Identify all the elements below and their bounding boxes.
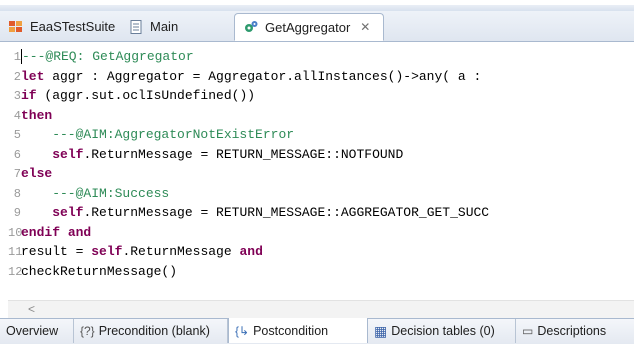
description-icon: ▭: [522, 324, 534, 338]
line-number: 8: [13, 186, 21, 201]
bottom-tab-bar: Overview {?} Precondition (blank) {↳ Pos…: [0, 318, 634, 344]
line-number: 1: [13, 50, 21, 64]
tab-getaggregator[interactable]: GetAggregator ✕: [234, 13, 384, 41]
line-number: 5: [13, 128, 21, 142]
code-token: self: [91, 244, 123, 259]
code-line[interactable]: 5 ---@AIM:AggregatorNotExistError: [8, 125, 634, 144]
code-token: let: [21, 68, 45, 84]
line-number: 7: [13, 167, 21, 181]
horizontal-scrollbar[interactable]: <: [8, 300, 634, 318]
suite-icon: [8, 19, 24, 35]
line-number: 12: [8, 264, 23, 279]
code-token: (aggr.sut.oclIsUndefined()): [36, 88, 256, 103]
gear-icon: [243, 19, 259, 35]
editor-tab-bar: EaaSTestSuite Main GetAggregator ✕: [0, 11, 634, 42]
line-number: 2: [13, 69, 21, 84]
code-token: and: [239, 244, 263, 259]
code-line[interactable]: 8 ---@AIM:Success: [8, 184, 634, 203]
tab-precondition[interactable]: {?} Precondition (blank): [74, 319, 228, 343]
code-token: else: [21, 166, 53, 181]
line-number: 6: [13, 147, 21, 162]
tab-label: Decision tables (0): [391, 324, 495, 338]
tab-main[interactable]: Main: [128, 13, 208, 40]
line-number: 11: [8, 245, 23, 259]
code-token: result =: [21, 244, 92, 259]
precondition-icon: {?}: [80, 324, 95, 338]
scroll-left-arrow[interactable]: <: [28, 301, 35, 318]
code-line[interactable]: 9 self.ReturnMessage = RETURN_MESSAGE::A…: [8, 203, 634, 222]
code-line[interactable]: 7else: [8, 164, 634, 183]
code-token: endif: [21, 224, 61, 240]
code-token: checkReturnMessage(): [21, 263, 178, 279]
tab-label: EaaSTestSuite: [30, 19, 116, 34]
tab-label: Postcondition: [253, 323, 329, 338]
code-line[interactable]: 12checkReturnMessage(): [8, 262, 634, 281]
code-line[interactable]: 4then: [8, 106, 634, 125]
tab-label: Overview: [6, 324, 59, 338]
tab-label: Descriptions: [537, 324, 607, 338]
code-token: self: [52, 205, 84, 220]
tab-label: Main: [150, 19, 179, 34]
code-token: .ReturnMessage = RETURN_MESSAGE::NOTFOUN…: [83, 146, 404, 162]
line-number: 10: [8, 225, 23, 240]
line-number: 4: [13, 108, 21, 123]
tab-label: Precondition (blank): [98, 324, 210, 338]
code-line[interactable]: 2let aggr : Aggregator = Aggregator.allI…: [8, 67, 634, 86]
code-token: self: [52, 146, 84, 162]
code-token: ---@REQ: GetAggregator: [22, 49, 194, 64]
tab-postcondition[interactable]: {↳ Postcondition: [228, 318, 368, 343]
tab-decision-tables[interactable]: ▦ Decision tables (0): [368, 319, 516, 343]
postcondition-icon: {↳: [235, 323, 250, 338]
code-token: and: [67, 224, 92, 240]
tab-label: GetAggregator: [265, 19, 351, 35]
code-line[interactable]: 1---@REQ: GetAggregator: [8, 47, 634, 66]
code-token: ---@AIM:Success: [21, 185, 170, 201]
code-line[interactable]: 11result = self.ReturnMessage and: [8, 242, 634, 261]
tab-overview[interactable]: Overview: [0, 319, 74, 343]
code-token: if: [21, 88, 37, 103]
line-number: 3: [13, 89, 21, 103]
code-token: then: [21, 107, 53, 123]
code-token: .ReturnMessage = RETURN_MESSAGE::AGGREGA…: [83, 205, 490, 220]
document-icon: [128, 19, 144, 35]
close-icon[interactable]: ✕: [360, 20, 370, 34]
tab-descriptions[interactable]: ▭ Descriptions: [516, 319, 634, 343]
table-icon: ▦: [374, 322, 388, 339]
code-editor[interactable]: 1---@REQ: GetAggregator 2let aggr : Aggre…: [8, 42, 634, 304]
code-token: aggr : Aggregator = Aggregator.allInstan…: [44, 68, 490, 84]
code-token: ---@AIM:AggregatorNotExistError: [21, 127, 295, 142]
code-line[interactable]: 3if (aggr.sut.oclIsUndefined()): [8, 86, 634, 105]
code-line[interactable]: 6 self.ReturnMessage = RETURN_MESSAGE::N…: [8, 145, 634, 164]
code-line[interactable]: 10endif and: [8, 223, 634, 242]
tab-eaastestsuite[interactable]: EaaSTestSuite: [8, 13, 115, 40]
code-token: .ReturnMessage: [122, 244, 240, 259]
line-number: 9: [13, 206, 21, 220]
